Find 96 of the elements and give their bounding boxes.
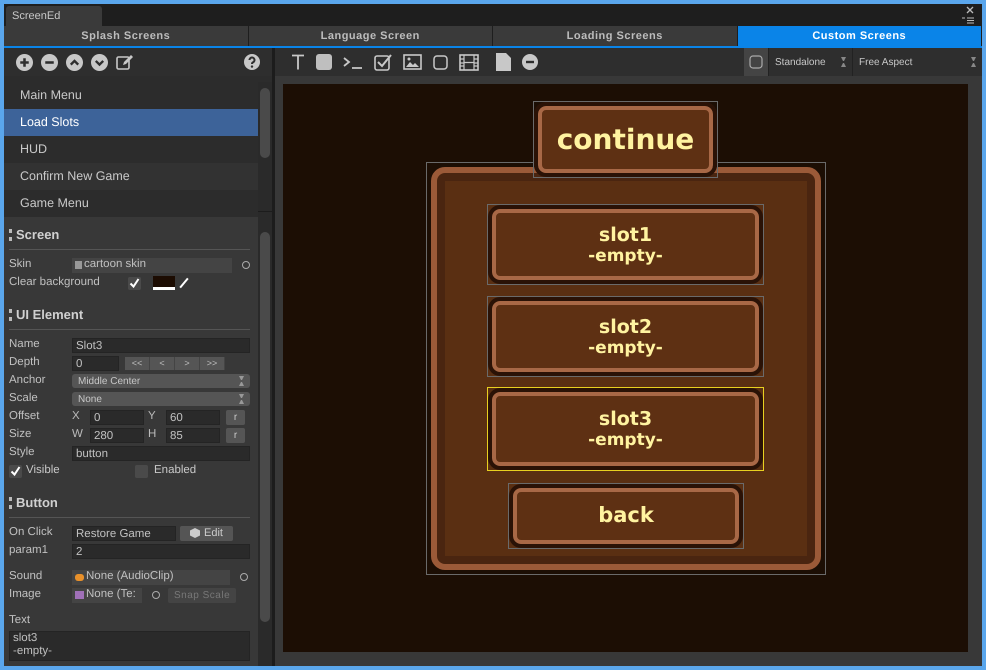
game-button[interactable]: slot2 -empty- (487, 296, 764, 377)
field-label: Size (9, 427, 32, 442)
game-button[interactable]: slot1 -empty- (487, 204, 764, 285)
depth-button[interactable]: > (175, 356, 200, 370)
edit-button[interactable]: Edit (180, 526, 233, 540)
edit-icon[interactable] (116, 54, 134, 70)
field-label: Clear background (9, 275, 101, 290)
field-label: Style (9, 445, 36, 460)
field-label: Scale (9, 391, 39, 406)
input-field[interactable]: Slot3 (72, 338, 250, 352)
game-button[interactable]: back (508, 483, 744, 549)
section-title: UI Element (16, 306, 84, 324)
field-label: Text (9, 613, 32, 628)
help-icon[interactable] (244, 54, 260, 70)
toggle-icon[interactable] (749, 55, 763, 69)
grip-icon (9, 496, 12, 508)
input-field[interactable]: 2 (72, 544, 250, 558)
skin-icon (75, 261, 82, 269)
scrollbar[interactable] (258, 212, 272, 666)
checkbox[interactable] (128, 276, 141, 290)
field-label: Sound (9, 569, 44, 584)
input-field[interactable]: Restore Game (72, 526, 176, 540)
checkbox-label: Visible (26, 463, 61, 478)
screen-item[interactable]: Confirm New Game (4, 163, 258, 190)
dropdown-value: Free Aspect (859, 56, 912, 70)
input-field[interactable]: 0 (72, 356, 119, 370)
checkbox-label: Enabled (154, 463, 196, 478)
panel-tool-icon[interactable] (433, 54, 448, 70)
field-label: param1 (9, 543, 49, 558)
field-value: None (AudioClip) (86, 569, 174, 584)
axis-label: W (72, 427, 84, 442)
eyedropper-icon[interactable] (179, 278, 189, 288)
remove-icon[interactable] (522, 54, 538, 70)
depth-button[interactable]: >> (200, 356, 225, 370)
tab[interactable]: Custom Screens (738, 26, 982, 46)
text-area[interactable]: slot3 -empty- (9, 631, 250, 661)
screen-item[interactable]: Load Slots (4, 109, 258, 136)
texture-icon (75, 591, 84, 599)
box-tool-icon[interactable] (316, 54, 332, 70)
object-field[interactable]: None (AudioClip) (72, 570, 230, 584)
depth-button[interactable]: << (125, 356, 150, 370)
field-value: None (Te: (86, 587, 136, 602)
field-label: Offset (9, 409, 40, 424)
image-tool-icon[interactable] (403, 54, 422, 70)
document-icon[interactable] (496, 53, 511, 71)
dropdown[interactable]: Middle Center (72, 374, 250, 388)
field-label: Anchor (9, 373, 46, 388)
tab[interactable]: Language Screen (248, 26, 493, 46)
cube-icon (190, 528, 200, 538)
remove-icon[interactable] (41, 54, 58, 70)
target-icon[interactable] (152, 591, 160, 599)
input-field[interactable]: 0 (90, 410, 144, 424)
field-label: Skin (9, 257, 32, 272)
close-icon[interactable] (966, 6, 974, 14)
target-icon[interactable] (240, 573, 248, 581)
reset-button[interactable]: r (226, 410, 245, 424)
input-field[interactable]: button (72, 446, 250, 460)
text-tool-icon[interactable] (291, 54, 305, 70)
menu-icon[interactable] (962, 17, 974, 24)
color-swatch[interactable] (153, 276, 175, 290)
reset-button[interactable]: r (226, 428, 245, 442)
axis-label: H (148, 427, 158, 442)
window-tab[interactable]: ScreenEd (6, 6, 102, 26)
field-label: Name (9, 337, 41, 352)
object-field[interactable]: None (Te: (72, 588, 142, 602)
input-field[interactable]: 280 (90, 428, 144, 442)
checkbox-tool-icon[interactable] (374, 54, 392, 70)
grip-icon (9, 228, 12, 240)
depth-button[interactable]: < (150, 356, 175, 370)
game-button[interactable]: continue (533, 101, 718, 178)
checkbox[interactable] (9, 464, 22, 478)
dropdown-value: None (78, 392, 102, 406)
add-icon[interactable] (16, 54, 33, 70)
field-label: On Click (9, 525, 54, 540)
input-field[interactable]: 60 (166, 410, 220, 424)
field-value: cartoon skin (84, 257, 146, 272)
dropdown[interactable]: None (72, 392, 250, 406)
target-icon[interactable] (242, 261, 250, 269)
field-label: Image (9, 587, 42, 602)
arrows-icon (841, 57, 846, 67)
arrows-icon (971, 57, 976, 67)
audio-icon (75, 574, 84, 580)
input-field[interactable]: 85 (166, 428, 220, 442)
game-button[interactable]: slot3 -empty- (487, 387, 764, 471)
axis-label: Y (148, 409, 157, 424)
dropdown-value: Standalone (775, 56, 826, 70)
section-title: Screen (16, 226, 60, 244)
section-title: Button (16, 494, 58, 512)
axis-label: X (72, 409, 81, 424)
move-up-icon[interactable] (66, 54, 83, 70)
film-icon[interactable] (459, 54, 479, 70)
object-field[interactable]: cartoon skin (72, 258, 232, 272)
field-label: Depth (9, 355, 41, 370)
move-down-icon[interactable] (91, 54, 108, 70)
grip-icon (9, 308, 12, 320)
dropdown-value: Middle Center (78, 374, 140, 388)
